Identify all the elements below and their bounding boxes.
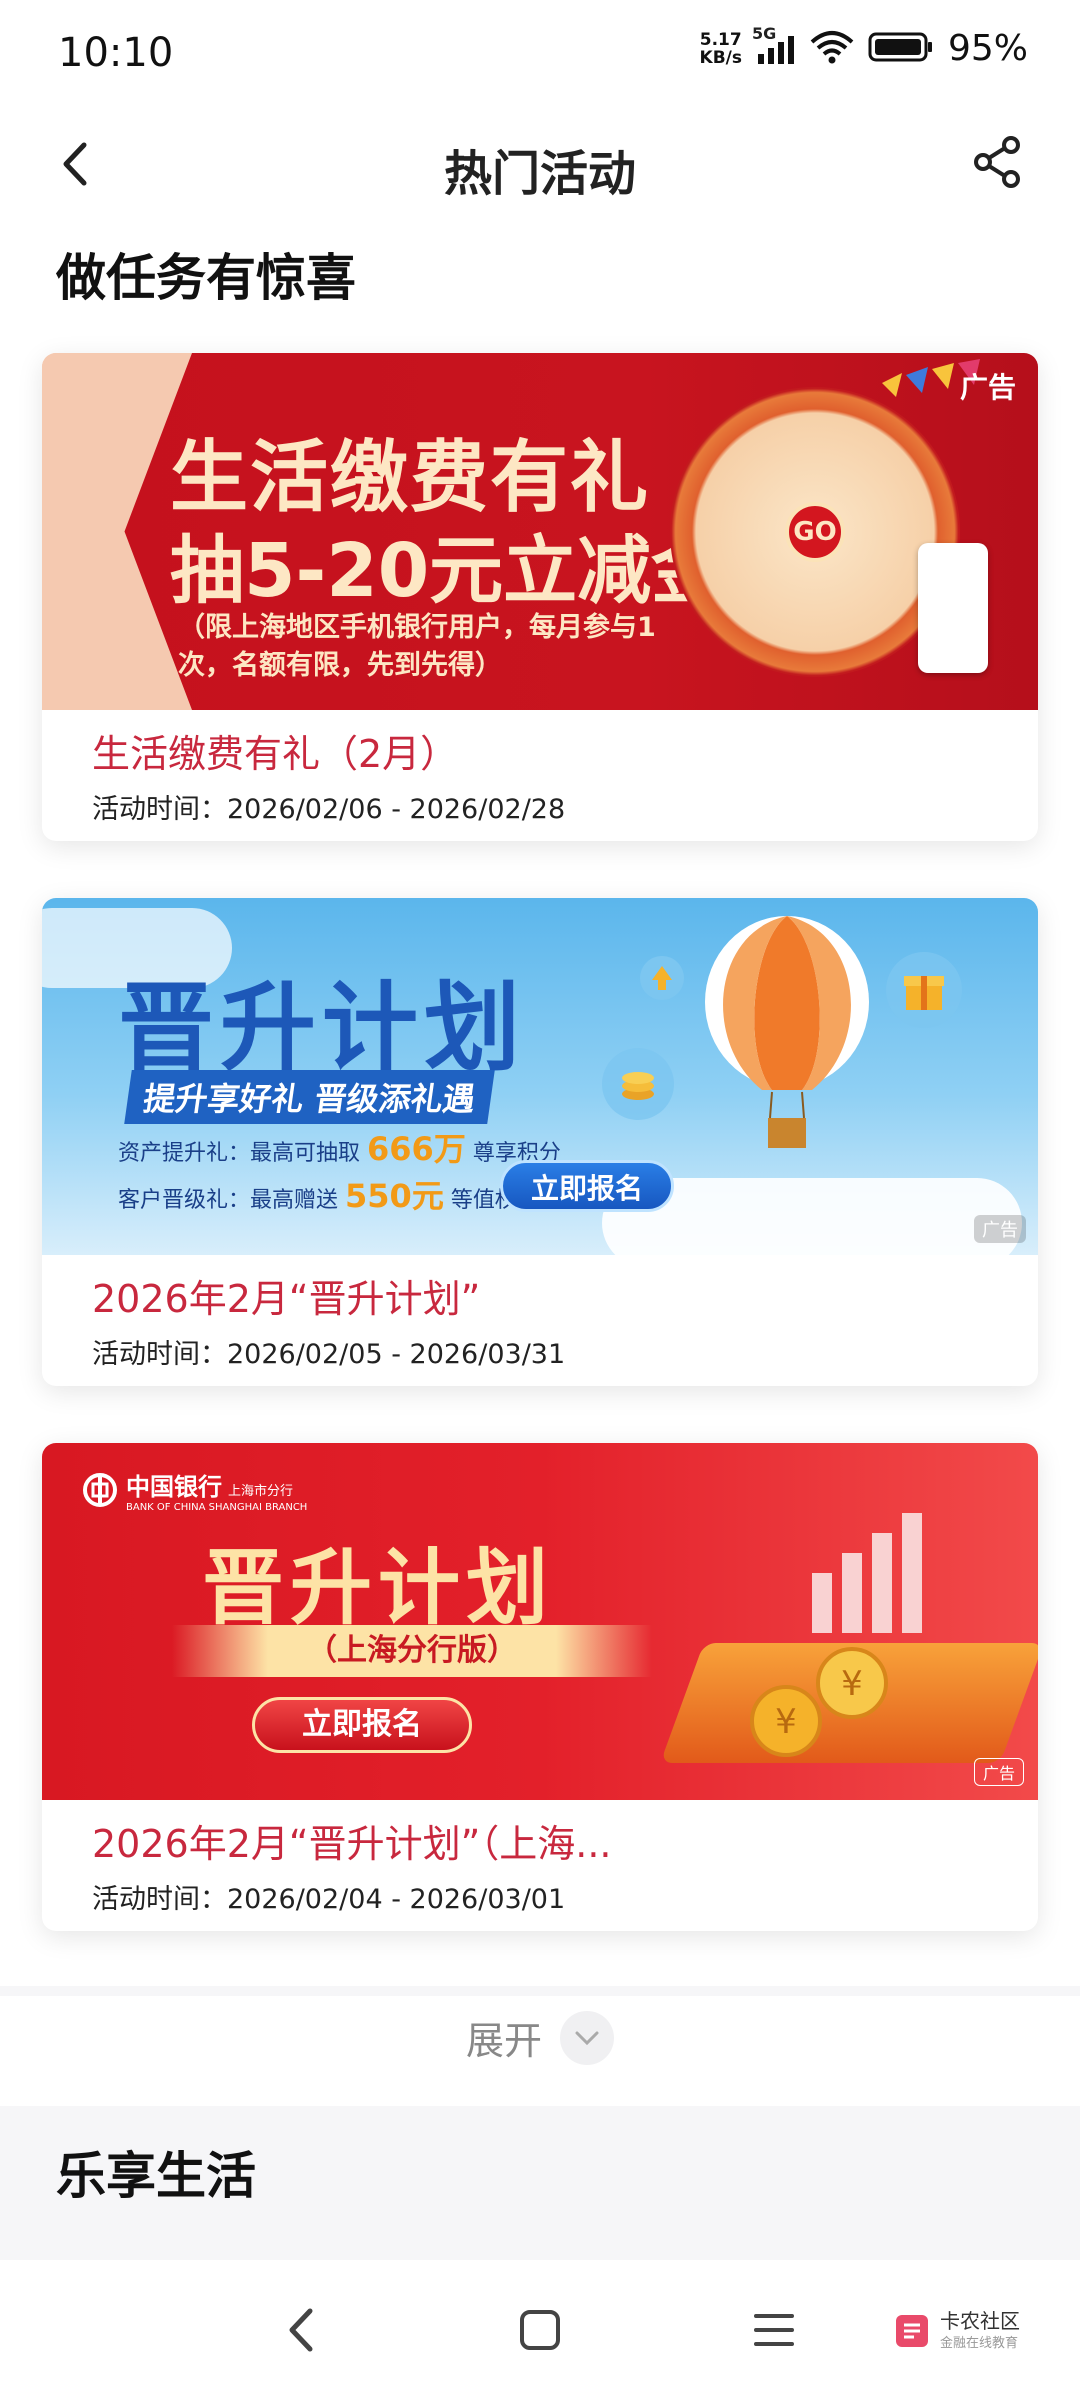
status-indicators: 5.17 KB/s 5G 95%: [699, 24, 1028, 70]
activity-name[interactable]: 2026年2月“晋升计划”: [92, 1268, 480, 1323]
arrow-up-icon: [640, 956, 684, 1000]
page-title: 热门活动: [443, 146, 636, 202]
activity-time: 活动时间：2026/02/04 - 2026/03/01: [92, 1884, 566, 1915]
banner-subheadline: 抽5-20元立减金: [170, 528, 726, 614]
chevron-down-icon: [560, 2010, 614, 2065]
nav-menu-icon: [754, 2314, 794, 2346]
activity-list: 做任务有惊喜 生活缴费有礼 抽5-20元立减金 （限上海地区手机银行用户，每月参…: [0, 226, 1080, 1986]
coin-stack-icon: ¥¥: [750, 1647, 888, 1757]
hot-air-balloon-icon: [705, 916, 869, 1148]
bar-chart-decoration: [812, 1513, 922, 1633]
ad-label: 广告: [959, 371, 1016, 404]
activity-banner[interactable]: 中国银行 上海市分行 BANK OF CHINA SHANGHAI BRANCH …: [42, 1443, 1038, 1800]
share-icon: [974, 136, 1020, 188]
activity-time: 活动时间：2026/02/06 - 2026/02/28: [92, 794, 566, 825]
expand-toggle[interactable]: 展开: [0, 1996, 1080, 2106]
bank-of-china-logo-icon: [83, 1473, 117, 1507]
share-button[interactable]: [958, 122, 1038, 202]
activity-card[interactable]: 中国银行 上海市分行 BANK OF CHINA SHANGHAI BRANCH …: [42, 1443, 1038, 1931]
signup-button[interactable]: 立即报名: [252, 1697, 472, 1753]
activity-banner[interactable]: 晋升计划 提升享好礼 晋级添礼遇 资产提升礼：最高可抽取 666万 尊享积分 客…: [42, 898, 1038, 1255]
battery-icon: [868, 31, 934, 67]
svg-text:¥: ¥: [841, 1664, 863, 1704]
system-nav-bar: 卡农社区 金融在线教育: [0, 2260, 1080, 2400]
community-watermark: 卡农社区 金融在线教育: [892, 2310, 1020, 2351]
nav-home-icon: [520, 2310, 560, 2350]
activity-card[interactable]: 生活缴费有礼 抽5-20元立减金 （限上海地区手机银行用户，每月参与1次，名额有…: [42, 353, 1038, 841]
cellular-signal-icon: 5G: [752, 24, 796, 64]
activity-name[interactable]: 2026年2月“晋升计划”（上海...: [92, 1813, 612, 1868]
status-time: 10:10: [58, 30, 174, 76]
prize-wheel-illustration: GO: [670, 387, 960, 677]
banner-note: （限上海地区手机银行用户，每月参与1次，名额有限，先到先得）: [178, 612, 656, 681]
banner-subheadline: （上海分行版）: [172, 1625, 652, 1677]
coins-icon: [602, 1048, 674, 1120]
activity-time: 活动时间：2026/02/05 - 2026/03/31: [92, 1339, 566, 1370]
activity-name[interactable]: 生活缴费有礼（2月）: [92, 723, 458, 778]
section-title-tasks: 做任务有惊喜: [56, 249, 356, 307]
nav-back-icon: [289, 2308, 313, 2352]
battery-percent: 95%: [947, 28, 1028, 69]
banner-headline: 晋升计划: [118, 972, 526, 1084]
banner-slogan: 提升享好礼 晋级添礼遇: [124, 1070, 495, 1124]
nav-back-button[interactable]: [262, 2290, 342, 2370]
ad-label: 广告: [973, 1758, 1024, 1786]
gift-icon: [886, 952, 962, 1028]
nav-home-button[interactable]: [500, 2290, 580, 2370]
activity-banner[interactable]: 生活缴费有礼 抽5-20元立减金 （限上海地区手机银行用户，每月参与1次，名额有…: [42, 353, 1038, 710]
wifi-icon: [810, 30, 854, 68]
ad-label: 广告: [974, 1215, 1026, 1243]
status-bar: 10:10 5.17 KB/s 5G 95%: [0, 0, 1080, 108]
banner-headline: 晋升计划: [202, 1541, 555, 1636]
watermark-logo-icon: [896, 2314, 928, 2347]
title-bar: 热门活动: [0, 108, 1080, 226]
banner-benefits: 资产提升礼：最高可抽取 666万 尊享积分 客户晋级礼：最高赠送 550元 等值…: [118, 1130, 561, 1215]
bank-logo: 中国银行 上海市分行 BANK OF CHINA SHANGHAI BRANCH: [82, 1467, 307, 1513]
phone-illustration: [918, 543, 988, 673]
activity-card[interactable]: 晋升计划 提升享好礼 晋级添礼遇 资产提升礼：最高可抽取 666万 尊享积分 客…: [42, 898, 1038, 1386]
section-title-life: 乐享生活: [56, 2147, 256, 2205]
signup-button[interactable]: 立即报名: [500, 1160, 674, 1212]
nav-menu-button[interactable]: [734, 2290, 814, 2370]
expand-label: 展开: [465, 2019, 542, 2063]
svg-text:¥: ¥: [775, 1702, 797, 1742]
network-speed: 5.17 KB/s: [699, 29, 742, 68]
